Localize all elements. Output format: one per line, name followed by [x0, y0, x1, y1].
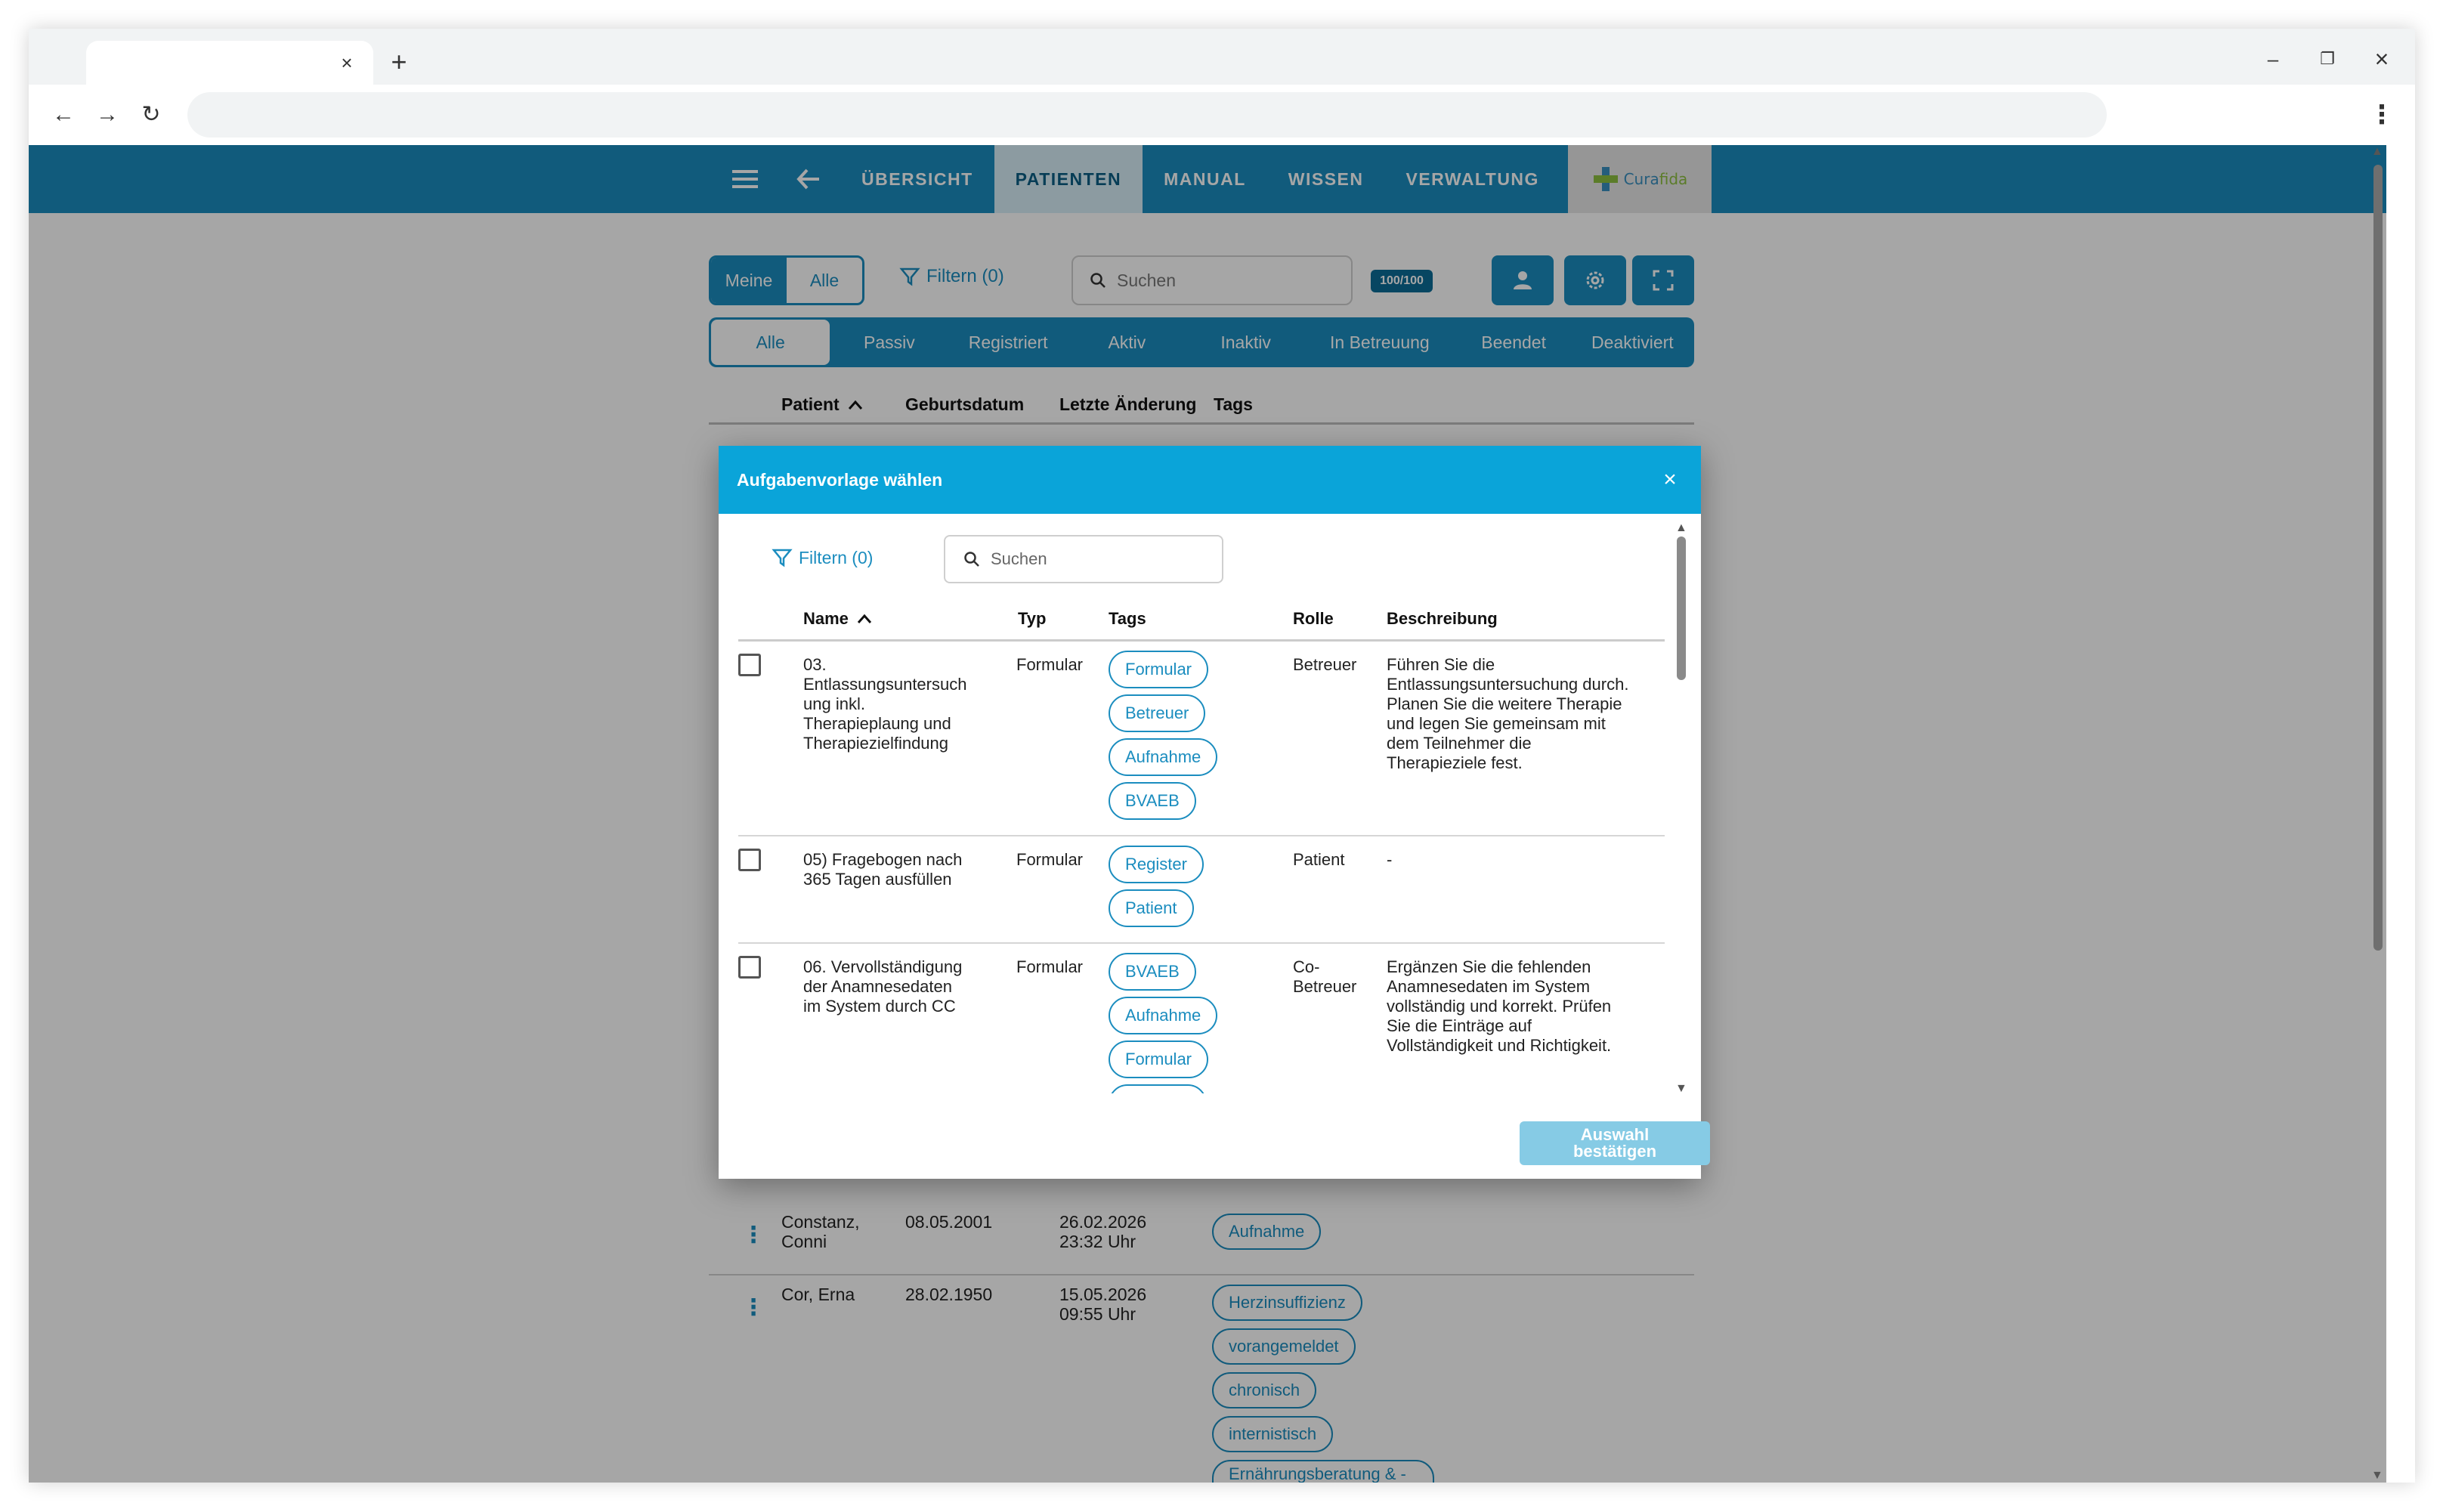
- template-role: Betreuer: [1293, 655, 1357, 674]
- dialog-col-name[interactable]: Name: [803, 609, 873, 629]
- filter-icon: [772, 549, 793, 567]
- tag-chip[interactable]: Register: [1109, 846, 1204, 883]
- tag-chip[interactable]: [1109, 1084, 1207, 1093]
- dialog-col-type[interactable]: Typ: [1018, 609, 1046, 629]
- template-description: Ergänzen Sie die fehlenden Anamnesedaten …: [1387, 957, 1612, 1055]
- confirm-selection-button[interactable]: Auswahl bestätigen: [1520, 1121, 1710, 1165]
- template-description: Führen Sie die Entlassungsuntersuchung du…: [1387, 655, 1629, 772]
- tag-chip[interactable]: Aufnahme: [1109, 738, 1218, 776]
- template-role: Patient: [1293, 850, 1345, 869]
- scroll-up-icon[interactable]: ▲: [2371, 145, 2383, 159]
- window-close-icon[interactable]: ×: [2367, 45, 2397, 73]
- scroll-down-icon[interactable]: ▼: [2371, 1469, 2383, 1483]
- template-description: -: [1387, 850, 1393, 869]
- template-role: Co- Betreuer: [1293, 957, 1357, 996]
- template-row[interactable]: 06. Vervollständigung der Anamnesedaten im…: [738, 944, 1665, 1093]
- new-tab-button[interactable]: +: [384, 48, 414, 76]
- template-name: 03. Entlassungsuntersuch ung inkl. Therapie…: [803, 655, 967, 753]
- search-icon: [964, 552, 979, 567]
- tag-chip[interactable]: Formular: [1109, 1040, 1209, 1078]
- dialog-col-description[interactable]: Beschreibung: [1387, 609, 1498, 629]
- tag-chip[interactable]: BVAEB: [1109, 782, 1196, 820]
- template-type: Formular: [1016, 850, 1084, 869]
- template-row[interactable]: 05) Fragebogen nach 365 Tagen ausfüllen F…: [738, 836, 1665, 944]
- template-type: Formular: [1016, 655, 1084, 674]
- template-row[interactable]: 03. Entlassungsuntersuch ung inkl. Therapie…: [738, 642, 1665, 836]
- restore-icon[interactable]: ❐: [2312, 45, 2342, 73]
- tag-chip[interactable]: Betreuer: [1109, 694, 1206, 732]
- dialog-scroll-thumb[interactable]: [1677, 536, 1686, 680]
- page-scrollbar[interactable]: ▲ ▼: [2370, 145, 2386, 1483]
- reload-icon[interactable]: ↻: [135, 98, 168, 131]
- tag-chip[interactable]: Patient: [1109, 889, 1194, 927]
- app: Übersicht Patienten Manual Wissen Verwal…: [29, 145, 2386, 1483]
- back-icon[interactable]: ←: [47, 98, 80, 131]
- dialog-col-name-label: Name: [803, 609, 849, 628]
- tag-chip[interactable]: BVAEB: [1109, 953, 1196, 991]
- dialog-header: Aufgabenvorlage wählen ×: [719, 446, 1701, 514]
- row-checkbox[interactable]: [738, 956, 761, 979]
- template-name: 06. Vervollständigung der Anamnesedaten im…: [803, 957, 963, 1016]
- dialog-filter-button[interactable]: Filtern (0): [772, 547, 873, 568]
- template-name: 05) Fragebogen nach 365 Tagen ausfüllen: [803, 850, 963, 889]
- forward-icon[interactable]: →: [91, 98, 124, 131]
- browser-tab[interactable]: ×: [86, 41, 373, 85]
- tag-chip[interactable]: Formular: [1109, 651, 1209, 688]
- page-scroll-thumb[interactable]: [2373, 165, 2383, 951]
- dialog-title: Aufgabenvorlage wählen: [737, 469, 943, 490]
- tag-chip[interactable]: Aufnahme: [1109, 997, 1218, 1034]
- dialog-table-body: 03. Entlassungsuntersuch ung inkl. Therapie…: [738, 642, 1665, 1093]
- task-template-dialog: Aufgabenvorlage wählen × Filtern (0) Suc…: [719, 446, 1710, 1179]
- tab-close-icon[interactable]: ×: [334, 50, 360, 76]
- dialog-col-tags[interactable]: Tags: [1109, 609, 1146, 629]
- browser-tabstrip: × + – ❐ ×: [29, 29, 2415, 85]
- scroll-down-icon[interactable]: ▼: [1675, 1082, 1687, 1096]
- browser-menu-icon[interactable]: ⋮: [2367, 98, 2397, 131]
- dialog-col-role[interactable]: Rolle: [1293, 609, 1334, 629]
- dialog-scrollbar[interactable]: ▲ ▼: [1674, 521, 1689, 1096]
- template-type: Formular: [1016, 957, 1084, 976]
- dialog-search-input[interactable]: Suchen: [944, 535, 1223, 583]
- browser-window: × + – ❐ × ← → ↻ ⋮ Übersicht Patienten Ma…: [29, 29, 2415, 1483]
- scroll-up-icon[interactable]: ▲: [1675, 521, 1687, 535]
- browser-toolbar: ← → ↻ ⋮: [29, 85, 2415, 145]
- close-icon[interactable]: ×: [1657, 467, 1683, 493]
- address-bar[interactable]: [187, 92, 2107, 138]
- dialog-search-placeholder: Suchen: [991, 549, 1047, 568]
- row-checkbox[interactable]: [738, 654, 761, 676]
- row-checkbox[interactable]: [738, 849, 761, 871]
- sort-asc-icon: [857, 614, 872, 623]
- dialog-filter-label: Filtern (0): [799, 547, 874, 567]
- minimize-icon[interactable]: –: [2258, 45, 2288, 73]
